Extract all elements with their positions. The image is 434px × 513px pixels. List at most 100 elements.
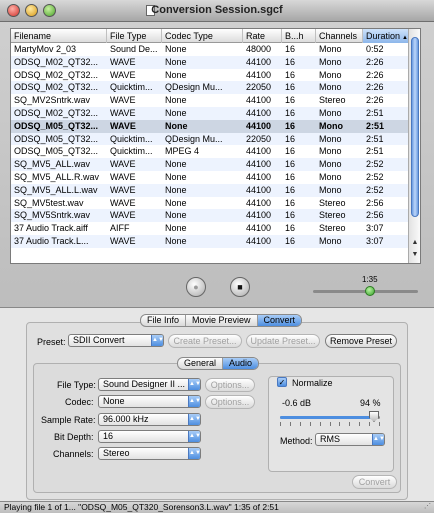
table-row[interactable]: ODSQ_M02_QT32... Quicktim... QDesign Mu...…: [11, 81, 409, 95]
table-cell: 48000: [246, 44, 272, 54]
tab-audio[interactable]: Audio: [223, 358, 259, 369]
table-cell: 2:26: [366, 56, 384, 67]
table-cell: WAVE: [110, 184, 136, 195]
scroll-up-arrow-icon[interactable]: ▲: [409, 237, 420, 249]
table-cell: WAVE: [110, 95, 136, 106]
column-header-label: Rate: [246, 31, 266, 41]
method-value: RMS: [320, 434, 340, 444]
sub-tabs: General Audio: [177, 357, 260, 370]
bit-depth-select[interactable]: 16 ▲▼: [98, 430, 201, 443]
table-cell: 44100: [246, 120, 272, 131]
column-header[interactable]: Rate: [243, 29, 282, 43]
table-cell: Mono: [319, 44, 342, 54]
slider-tick: [299, 422, 301, 426]
table-row[interactable]: SQ_MV5_ALL.L.wav WAVE None 44100 16 Mono 2:52: [11, 183, 409, 197]
table-cell: ODSQ_M02_QT32...: [14, 69, 99, 80]
table-row[interactable]: SQ_MV5_ALL.wav WAVE None 44100 16 Mono 2:52: [11, 158, 409, 171]
tab-general[interactable]: General: [178, 358, 224, 369]
table-row[interactable]: 37 Audio Track.aiff AIFF None 44100 16 Stereo…: [11, 222, 409, 235]
table-cell: Mono: [319, 133, 342, 144]
slider-tick: [289, 422, 291, 426]
update-preset-button[interactable]: Update Preset...: [246, 334, 320, 348]
column-header[interactable]: Duration ▲: [363, 29, 409, 43]
table-row[interactable]: ODSQ_M02_QT32... WAVE None 44100 16 Mono 2:26: [11, 55, 409, 69]
table-scrollbar[interactable]: ▲ ▼: [408, 29, 420, 263]
scroll-down-arrow-icon[interactable]: ▼: [409, 249, 420, 261]
convert-button[interactable]: Convert: [352, 475, 397, 489]
file-type-select[interactable]: Sound Designer II ... ▲▼: [98, 378, 201, 391]
column-header[interactable]: Codec Type: [162, 29, 243, 43]
table-cell: 2:26: [366, 95, 384, 106]
channels-select[interactable]: Stereo ▲▼: [98, 447, 201, 460]
table-row[interactable]: MartyMov 2_03 Sound De... None 48000 16 Mono 0…: [11, 43, 409, 56]
playback-position-knob[interactable]: [364, 286, 375, 296]
table-cell: Quicktim...: [110, 82, 153, 93]
table-cell: Mono: [319, 171, 342, 182]
inspector-panel: File Info Movie Preview Convert Preset: SD…: [0, 308, 434, 501]
method-select[interactable]: RMS ▲▼: [315, 433, 385, 446]
window-title: Conversion Session.sgcf: [151, 4, 283, 16]
resize-grip-icon[interactable]: ⋰: [424, 503, 432, 511]
table-row[interactable]: ODSQ_M02_QT32... WAVE None 44100 16 Mono 2:51: [11, 106, 409, 120]
table-row[interactable]: ODSQ_M02_QT32... WAVE None 44100 16 Mono 2:26: [11, 69, 409, 82]
file-type-options-button[interactable]: Options...: [205, 378, 255, 392]
table-cell: WAVE: [110, 56, 136, 67]
table-cell: 16: [285, 82, 296, 93]
bit-depth-value: 16: [103, 431, 114, 441]
table-cell: Mono: [319, 69, 342, 80]
codec-options-button[interactable]: Options...: [205, 395, 255, 409]
table-cell: None: [165, 120, 188, 131]
sample-rate-select[interactable]: 96.000 kHz ▲▼: [98, 413, 201, 426]
table-cell: WAVE: [110, 159, 136, 170]
column-header[interactable]: Channels: [316, 29, 363, 43]
preset-select[interactable]: SDII Convert ▲▼: [68, 334, 164, 347]
table-cell: 2:52: [366, 159, 384, 170]
table-row[interactable]: SQ_MV5_ALL.R.wav WAVE None 44100 16 Mono 2:52: [11, 171, 409, 184]
table-row[interactable]: SQ_MV5Sntrk.wav WAVE None 44100 16 Stereo 2:56: [11, 209, 409, 223]
normalize-checkbox[interactable]: ✓: [277, 377, 287, 387]
playback-position-slider[interactable]: [313, 286, 418, 296]
table-row[interactable]: ODSQ_M05_QT32... Quicktim... MPEG 4 44100 16…: [11, 145, 409, 158]
table-row[interactable]: ODSQ_M05_QT32... WAVE None 44100 16 Mono 2:51: [11, 119, 409, 133]
table-cell: 3:07: [366, 235, 384, 246]
remove-preset-button[interactable]: Remove Preset: [325, 334, 397, 348]
column-header[interactable]: File Type: [107, 29, 162, 43]
table-row[interactable]: SQ_MV5test.wav WAVE None 44100 16 Stereo 2:56: [11, 197, 409, 210]
table-cell: 2:56: [366, 210, 384, 221]
status-bar: Playing file 1 of 1... "ODSQ_M05_QT320_S…: [0, 501, 434, 513]
table-cell: 44100: [246, 223, 272, 234]
table-cell: Stereo: [319, 210, 346, 221]
codec-select[interactable]: None ▲▼: [98, 395, 201, 408]
tab-convert[interactable]: Convert: [257, 315, 302, 326]
table-cell: ODSQ_M02_QT32...: [14, 107, 99, 118]
slider-tick: [339, 422, 341, 426]
table-cell: 44100: [246, 210, 272, 221]
table-body: MartyMov 2_03 Sound De... None 48000 16 Mono 0…: [11, 43, 409, 248]
table-row[interactable]: ODSQ_M05_QT32... Quicktim... QDesign Mu...…: [11, 132, 409, 146]
table-cell: None: [165, 44, 187, 54]
scrollbar-thumb[interactable]: [411, 37, 419, 217]
table-cell: 16: [285, 56, 296, 67]
tab-file-info[interactable]: File Info: [141, 315, 187, 326]
tab-movie-preview[interactable]: Movie Preview: [186, 315, 258, 326]
table-cell: 44100: [246, 107, 272, 118]
codec-value: None: [103, 396, 125, 406]
column-header[interactable]: Filename: [11, 29, 107, 43]
table-cell: None: [165, 69, 187, 80]
stop-button[interactable]: ■: [230, 277, 250, 297]
table-row[interactable]: 37 Audio Track.L... WAVE None 44100 16 Mono 3:…: [11, 234, 409, 248]
table-cell: MartyMov 2_03: [14, 44, 77, 54]
table-cell: 37 Audio Track.aiff: [14, 223, 88, 234]
slider-tick: [349, 422, 351, 426]
chevron-down-icon: ▲▼: [372, 434, 384, 445]
column-header-label: Codec Type: [165, 31, 213, 41]
create-preset-button[interactable]: Create Preset...: [168, 334, 242, 348]
table-cell: 16: [285, 223, 296, 234]
method-label: Method:: [280, 436, 313, 446]
table-row[interactable]: SQ_MV2Sntrk.wav WAVE None 44100 16 Stereo 2:26: [11, 94, 409, 107]
table-cell: 16: [285, 210, 296, 221]
table-cell: 3:07: [366, 223, 384, 234]
play-button[interactable]: ●: [186, 277, 206, 297]
column-header[interactable]: B...h: [282, 29, 316, 43]
normalize-level-slider[interactable]: [280, 411, 380, 422]
